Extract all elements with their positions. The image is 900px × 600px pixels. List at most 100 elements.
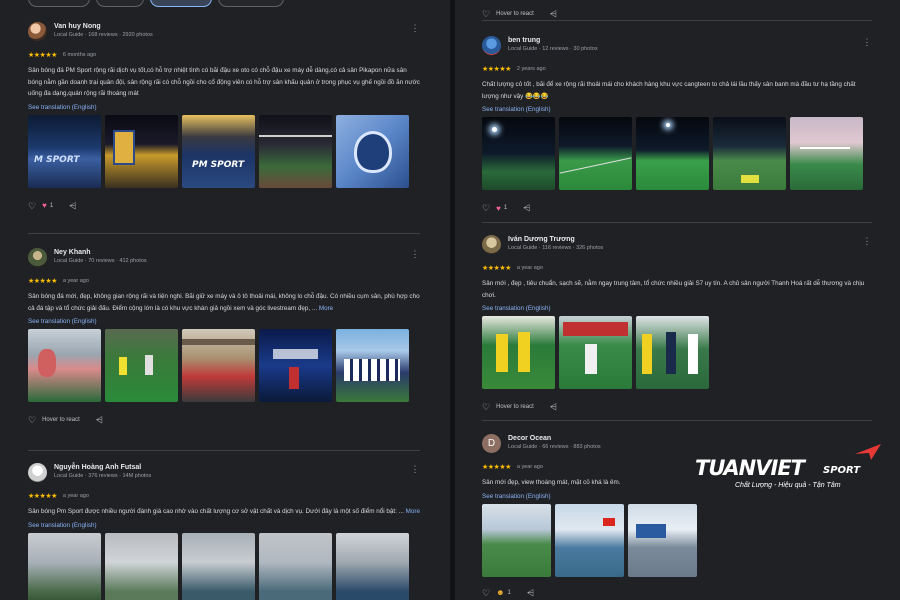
see-translation-link[interactable]: See translation (English) [28, 317, 420, 326]
review-photo[interactable]: M SPORT [28, 114, 101, 188]
review-photo[interactable] [182, 532, 255, 600]
review-photo[interactable] [790, 117, 863, 190]
reaction-count: 1 [507, 589, 511, 596]
see-translation-link[interactable]: See translation (English) [482, 105, 872, 114]
share-icon[interactable]: ⩤ [550, 8, 557, 20]
avatar[interactable] [28, 248, 47, 267]
review-photo[interactable] [482, 503, 551, 577]
reaction-count: 1 [503, 205, 508, 211]
review-text-body: Sân bóng Pm Sport được nhiều người đánh … [28, 508, 404, 515]
see-translation-link[interactable]: See translation (English) [482, 492, 697, 501]
hover-to-react-label[interactable]: Hover to react [496, 11, 534, 17]
brand-tagline: Chất Lượng - Hiệu quả - Tận Tâm [735, 482, 841, 489]
review-photo[interactable] [28, 329, 101, 402]
review-photos [482, 503, 697, 577]
review-time: 6 months ago [62, 51, 97, 58]
review-card: Van huy Nong Local Guide · 168 reviews ·… [28, 22, 420, 212]
reviewer-name[interactable]: Ney Khanh [54, 248, 410, 257]
review-photo[interactable] [259, 329, 332, 402]
review-photo[interactable] [555, 503, 624, 577]
review-photos: M SPORT PM SPORT [28, 114, 420, 188]
review-photo[interactable] [105, 532, 178, 600]
review-photo[interactable]: PM SPORT [182, 114, 255, 188]
reviewer-name[interactable]: Decor Ocean [508, 434, 697, 443]
avatar[interactable] [482, 235, 501, 254]
review-time: 2 years ago [516, 65, 546, 72]
review-text: Sân mới đẹp, view thoáng mát, mặt cỏ khá… [482, 479, 621, 486]
avatar[interactable] [482, 36, 501, 55]
review-photo[interactable] [482, 316, 555, 389]
review-time: a year ago [62, 277, 89, 284]
review-header: ben trung Local Guide · 12 reviews · 30 … [482, 36, 872, 60]
filter-chip[interactable] [218, 0, 284, 7]
reviewer-name[interactable]: ben trung [508, 36, 862, 45]
review-photo[interactable] [636, 117, 709, 190]
review-text: Sân bóng Pm Sport được nhiều người đánh … [28, 506, 420, 518]
more-options-icon[interactable]: ⋮ [410, 463, 420, 477]
review-photo[interactable] [713, 117, 786, 190]
review-time: a year ago [62, 492, 89, 499]
share-icon[interactable]: ⩤ [96, 414, 103, 426]
review-card: Ney Khanh Local Guide · 70 reviews · 412… [28, 248, 420, 426]
review-photo[interactable] [559, 316, 632, 389]
review-header: Nguyễn Hoàng Anh Futsal Local Guide · 37… [28, 463, 420, 487]
share-icon[interactable]: ⩤ [550, 401, 557, 413]
thumbs-up-icon[interactable]: ♡ [482, 401, 490, 413]
review-photo[interactable] [636, 316, 709, 389]
review-photo[interactable] [482, 117, 555, 190]
review-text: Sân mới , đẹp , tiêu chuẩn, sạch sẽ, nằm… [482, 280, 865, 299]
reviewer-meta: Local Guide · 66 reviews · 883 photos [508, 444, 601, 450]
thumbs-up-icon[interactable]: ♡ [28, 200, 36, 212]
more-link[interactable]: More [406, 508, 420, 515]
share-icon[interactable]: ⩤ [527, 587, 534, 599]
review-card: D Decor Ocean Local Guide · 66 reviews ·… [482, 434, 697, 599]
more-options-icon[interactable]: ⋮ [862, 36, 872, 50]
review-photo[interactable] [28, 532, 101, 600]
review-photo[interactable] [105, 114, 178, 188]
thumbs-up-icon[interactable]: ♡ [482, 8, 490, 20]
review-actions: ♡ Hover to react ⩤ [482, 8, 563, 20]
avatar[interactable]: D [482, 434, 501, 453]
brand-logo: TUANVIET SPORT Chất Lượng - Hiệu quả - T… [695, 440, 890, 500]
review-photo[interactable] [559, 117, 632, 190]
share-icon[interactable]: ⩤ [523, 202, 530, 214]
more-options-icon[interactable]: ⋮ [410, 22, 420, 36]
more-link[interactable]: More [319, 305, 333, 312]
filter-chip[interactable] [96, 0, 144, 7]
reviewer-meta: Local Guide · 376 reviews · 14M photos [54, 473, 152, 479]
more-options-icon[interactable]: ⋮ [410, 248, 420, 262]
avatar[interactable] [28, 22, 47, 41]
review-photo[interactable] [628, 503, 697, 577]
review-photo[interactable] [336, 114, 409, 188]
review-photo[interactable] [182, 329, 255, 402]
hover-to-react-label[interactable]: Hover to react [496, 404, 534, 410]
review-card: Nguyễn Hoàng Anh Futsal Local Guide · 37… [28, 463, 420, 600]
avatar[interactable] [28, 463, 47, 482]
reviewer-name[interactable]: Nguyễn Hoàng Anh Futsal [54, 463, 410, 472]
star-rating: ★★★★★ [28, 51, 57, 59]
review-photo[interactable] [336, 329, 409, 402]
thumbs-up-icon[interactable]: ♡ [482, 202, 490, 214]
thumbs-up-icon[interactable]: ♡ [28, 414, 36, 426]
see-translation-link[interactable]: See translation (English) [28, 521, 420, 530]
more-options-icon[interactable]: ⋮ [862, 235, 872, 249]
reviewer-name[interactable]: Iván Dương Trương [508, 235, 862, 244]
swoosh-logo-icon [855, 444, 881, 460]
review-photo[interactable] [105, 329, 178, 402]
thumbs-up-icon[interactable]: ♡ [482, 587, 490, 599]
hover-to-react-label[interactable]: Hover to react [42, 417, 80, 423]
filter-chip[interactable] [28, 0, 90, 7]
review-photo[interactable] [259, 114, 332, 188]
review-photos [482, 316, 872, 389]
see-translation-link[interactable]: See translation (English) [28, 103, 420, 112]
see-translation-link[interactable]: See translation (English) [482, 304, 872, 313]
reviews-column-left: Van huy Nong Local Guide · 168 reviews ·… [0, 0, 450, 600]
star-rating: ★★★★★ [482, 65, 511, 73]
filter-chip-selected[interactable] [150, 0, 212, 7]
review-photo[interactable] [336, 532, 409, 600]
share-icon[interactable]: ⩤ [69, 200, 76, 212]
review-photo[interactable] [259, 532, 332, 600]
filter-chips [28, 0, 284, 7]
review-time: a year ago [516, 264, 543, 271]
reviewer-name[interactable]: Van huy Nong [54, 22, 410, 31]
